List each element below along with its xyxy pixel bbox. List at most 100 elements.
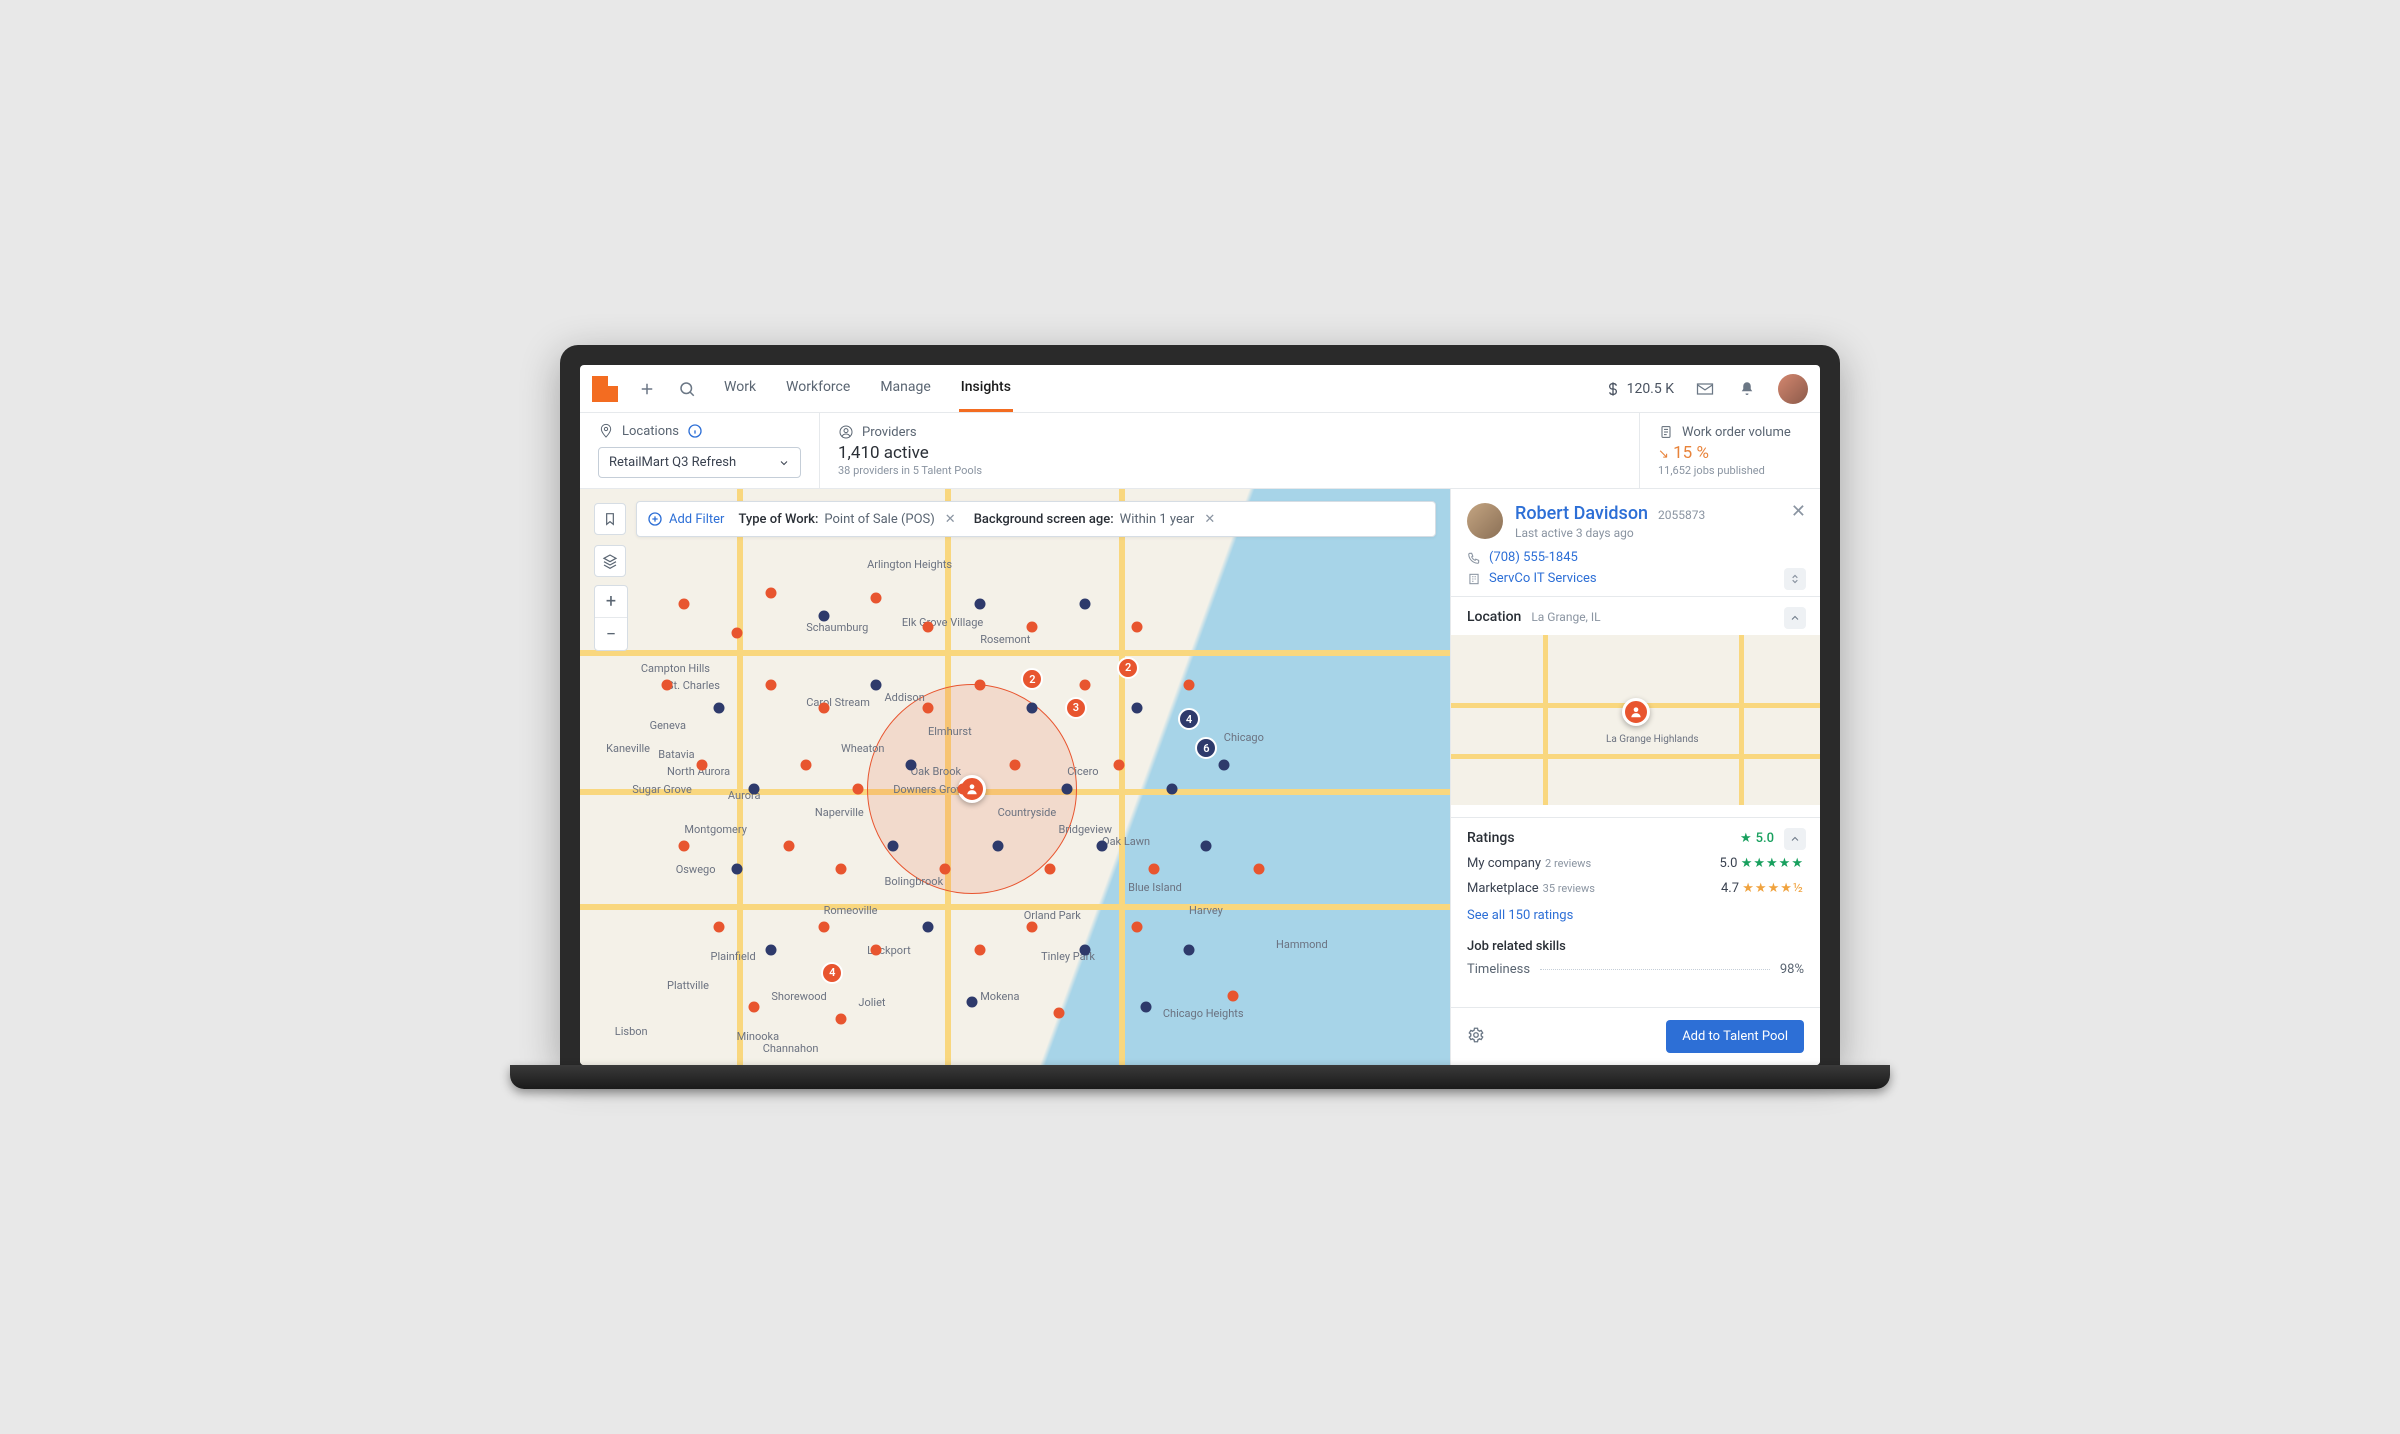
map-pin[interactable] xyxy=(1044,864,1055,875)
map-pin[interactable] xyxy=(940,864,951,875)
map-cluster[interactable]: 2 xyxy=(1021,668,1043,690)
map-pin[interactable] xyxy=(1027,702,1038,713)
map-cluster[interactable]: 4 xyxy=(1178,708,1200,730)
provider-avatar[interactable] xyxy=(1467,503,1503,539)
map-pin[interactable] xyxy=(714,921,725,932)
map-pin[interactable] xyxy=(923,921,934,932)
map-pin[interactable] xyxy=(749,783,760,794)
map-pin[interactable] xyxy=(1097,841,1108,852)
mail-icon[interactable] xyxy=(1694,378,1716,400)
map-pin[interactable] xyxy=(818,702,829,713)
tab-workforce[interactable]: Workforce xyxy=(784,365,852,412)
map-pin[interactable] xyxy=(1131,622,1142,633)
map-pin[interactable] xyxy=(766,944,777,955)
map-area[interactable]: Add Filter Type of Work: Point of Sale (… xyxy=(580,489,1450,1065)
map-pin[interactable] xyxy=(1184,944,1195,955)
map-pin[interactable] xyxy=(966,996,977,1007)
expand-toggle[interactable] xyxy=(1784,568,1806,590)
user-avatar[interactable] xyxy=(1778,374,1808,404)
tab-manage[interactable]: Manage xyxy=(878,365,932,412)
map-pin[interactable] xyxy=(1149,864,1160,875)
map-pin[interactable] xyxy=(923,622,934,633)
balance-display[interactable]: 120.5 K xyxy=(1605,381,1674,397)
map-pin[interactable] xyxy=(1227,990,1238,1001)
map-pin[interactable] xyxy=(1201,841,1212,852)
map-pin[interactable] xyxy=(836,1013,847,1024)
map-pin[interactable] xyxy=(992,841,1003,852)
tab-insights[interactable]: Insights xyxy=(959,365,1013,412)
map-pin[interactable] xyxy=(714,702,725,713)
location-select[interactable]: RetailMart Q3 Refresh xyxy=(598,447,801,478)
map-pin[interactable] xyxy=(1027,921,1038,932)
map-pin[interactable] xyxy=(870,679,881,690)
map-pin[interactable] xyxy=(1027,622,1038,633)
filter-chip-type[interactable]: Type of Work: Point of Sale (POS) ✕ xyxy=(738,512,959,527)
map-cluster[interactable]: 4 xyxy=(821,962,843,984)
map-pin[interactable] xyxy=(679,841,690,852)
zoom-in-button[interactable]: + xyxy=(595,586,627,618)
filter-chip-bg[interactable]: Background screen age: Within 1 year ✕ xyxy=(974,512,1220,527)
company-link[interactable]: ServCo IT Services xyxy=(1467,571,1804,586)
map-pin[interactable] xyxy=(766,679,777,690)
close-icon[interactable]: ✕ xyxy=(941,512,960,527)
map-pin[interactable] xyxy=(766,587,777,598)
close-icon[interactable]: ✕ xyxy=(1791,501,1806,522)
map-pin[interactable] xyxy=(696,760,707,771)
map-pin[interactable] xyxy=(1079,944,1090,955)
map-pin[interactable] xyxy=(1253,864,1264,875)
close-icon[interactable]: ✕ xyxy=(1200,512,1219,527)
map-pin[interactable] xyxy=(1218,760,1229,771)
bell-icon[interactable] xyxy=(1736,378,1758,400)
map-pin[interactable] xyxy=(1131,921,1142,932)
map-cluster[interactable]: 2 xyxy=(1117,657,1139,679)
map-cluster[interactable]: 6 xyxy=(1195,737,1217,759)
map-pin[interactable] xyxy=(679,599,690,610)
map-pin[interactable] xyxy=(1166,783,1177,794)
map-pin[interactable] xyxy=(836,864,847,875)
gear-icon[interactable] xyxy=(1467,1026,1485,1048)
map-pin[interactable] xyxy=(818,921,829,932)
info-icon[interactable] xyxy=(687,423,703,439)
map-pin[interactable] xyxy=(1053,1008,1064,1019)
map-pin[interactable] xyxy=(1140,1002,1151,1013)
map-pin[interactable] xyxy=(923,702,934,713)
map-pin[interactable] xyxy=(1079,599,1090,610)
see-all-ratings-link[interactable]: See all 150 ratings xyxy=(1467,908,1804,923)
mini-map[interactable]: La Grange Highlands xyxy=(1451,635,1820,805)
map-pin[interactable] xyxy=(870,593,881,604)
map-pin[interactable] xyxy=(957,783,968,794)
map-pin[interactable] xyxy=(888,841,899,852)
map-pin[interactable] xyxy=(975,679,986,690)
add-to-talent-pool-button[interactable]: Add to Talent Pool xyxy=(1666,1020,1804,1053)
bookmark-icon[interactable] xyxy=(594,503,626,535)
map-pin[interactable] xyxy=(1131,702,1142,713)
map-pin[interactable] xyxy=(1010,760,1021,771)
plus-icon[interactable] xyxy=(636,378,658,400)
app-logo[interactable] xyxy=(592,376,618,402)
map-pin[interactable] xyxy=(783,841,794,852)
map-pin[interactable] xyxy=(1079,679,1090,690)
provider-name[interactable]: Robert Davidson xyxy=(1515,503,1648,524)
map-pin[interactable] xyxy=(801,760,812,771)
chevron-up-icon[interactable] xyxy=(1784,828,1806,850)
search-icon[interactable] xyxy=(676,378,698,400)
map-pin[interactable] xyxy=(731,628,742,639)
zoom-out-button[interactable]: − xyxy=(595,618,627,650)
map-pin[interactable] xyxy=(1114,760,1125,771)
map-pin[interactable] xyxy=(662,679,673,690)
map-pin[interactable] xyxy=(853,783,864,794)
map-pin[interactable] xyxy=(975,944,986,955)
map-pin[interactable] xyxy=(905,760,916,771)
phone-link[interactable]: (708) 555-1845 xyxy=(1467,550,1804,565)
chevron-up-icon[interactable] xyxy=(1784,607,1806,629)
map-pin[interactable] xyxy=(818,610,829,621)
map-pin[interactable] xyxy=(975,599,986,610)
layers-icon[interactable] xyxy=(594,545,626,577)
add-filter-button[interactable]: Add Filter xyxy=(647,511,724,527)
map-pin[interactable] xyxy=(731,864,742,875)
map-pin[interactable] xyxy=(870,944,881,955)
tab-work[interactable]: Work xyxy=(722,365,758,412)
map-pin[interactable] xyxy=(749,1002,760,1013)
map-pin[interactable] xyxy=(1184,679,1195,690)
map-pin[interactable] xyxy=(1062,783,1073,794)
